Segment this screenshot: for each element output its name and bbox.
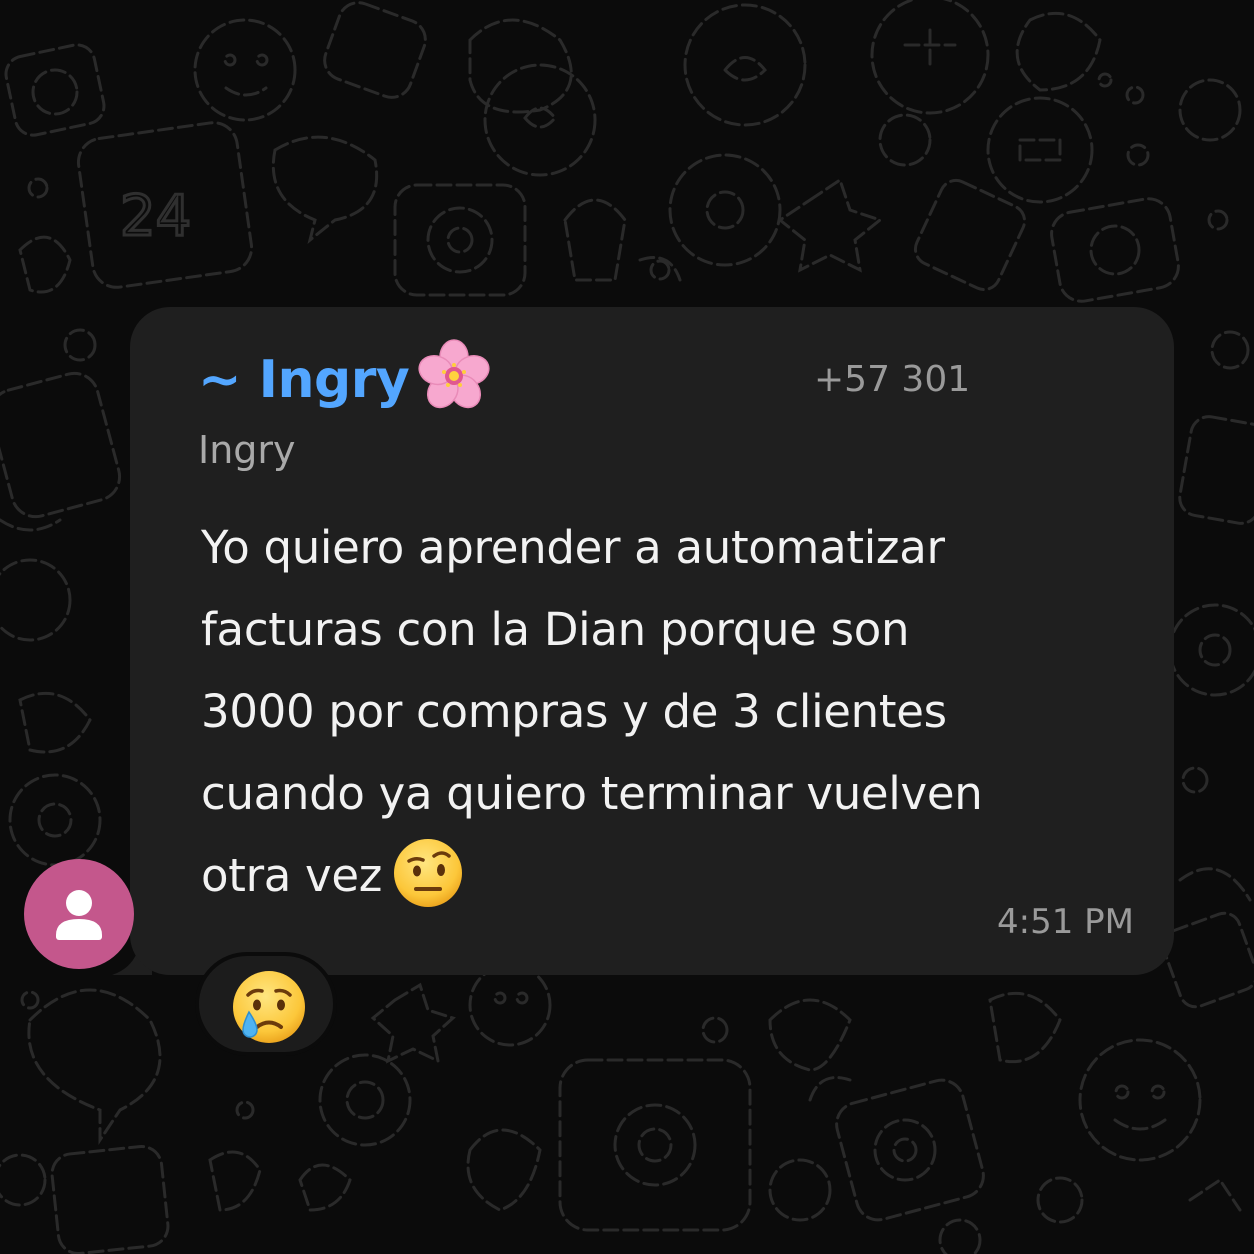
message-bubble[interactable]: ~ Ingry +57 301 Ingry Yo quiero aprender… — [130, 307, 1174, 975]
flower-emoji — [416, 338, 492, 414]
sender-avatar[interactable] — [24, 859, 134, 969]
message-line: cuando ya quiero terminar vuelven — [201, 767, 983, 820]
message-text: Yo quiero aprender a automatizar factura… — [201, 507, 1151, 917]
sender-pushname: Ingry — [198, 428, 296, 472]
svg-text:24: 24 — [120, 184, 191, 249]
message-timestamp: 4:51 PM — [997, 902, 1134, 942]
reaction-chip[interactable] — [195, 952, 337, 1056]
message-line: Yo quiero aprender a automatizar — [201, 521, 945, 574]
message-line: otra vez — [201, 849, 383, 902]
sender-phone[interactable]: +57 301 — [814, 355, 970, 405]
face-with-raised-eyebrow-emoji — [392, 837, 464, 909]
message-line: facturas con la Dian porque son — [201, 603, 910, 656]
sender-name[interactable]: ~ Ingry — [198, 345, 410, 415]
message-line: 3000 por compras y de 3 clientes — [201, 685, 947, 738]
person-icon — [24, 859, 134, 969]
